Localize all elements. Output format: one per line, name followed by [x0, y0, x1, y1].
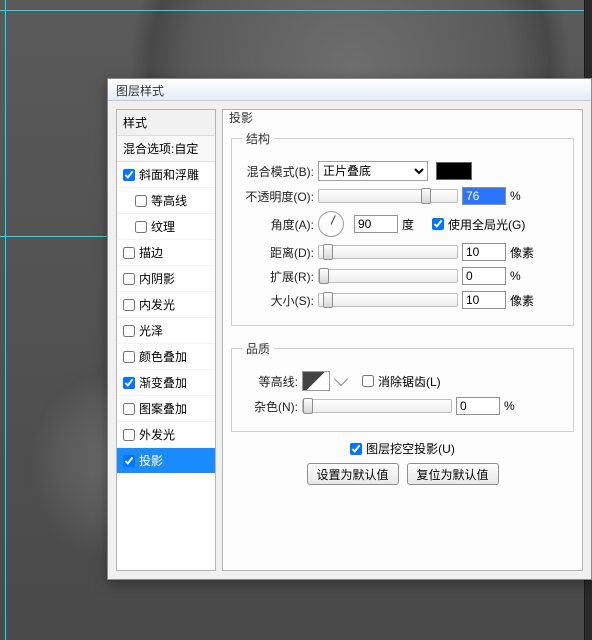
- spread-label: 扩展(R):: [242, 268, 314, 285]
- quality-group: 品质 等高线: 消除锯齿(L) 杂色(N): 0 %: [231, 340, 574, 432]
- style-item-label: 颜色叠加: [139, 348, 187, 365]
- style-item-checkbox[interactable]: [123, 325, 135, 337]
- style-item-11[interactable]: 投影: [117, 448, 215, 474]
- styles-list: 样式 混合选项:自定 斜面和浮雕等高线纹理描边内阴影内发光光泽颜色叠加渐变叠加图…: [116, 109, 216, 571]
- slider-thumb-icon[interactable]: [319, 268, 329, 284]
- panel-title: 投影: [229, 109, 253, 126]
- guide-horizontal: [0, 10, 592, 11]
- antialias-label: 消除锯齿(L): [378, 373, 441, 390]
- style-item-0[interactable]: 斜面和浮雕: [117, 162, 215, 188]
- style-item-label: 光泽: [139, 322, 163, 339]
- style-item-5[interactable]: 内发光: [117, 292, 215, 318]
- quality-legend: 品质: [242, 340, 274, 357]
- distance-label: 距离(D):: [242, 244, 314, 261]
- distance-input[interactable]: 10: [462, 243, 506, 261]
- style-item-8[interactable]: 渐变叠加: [117, 370, 215, 396]
- antialias-box[interactable]: [362, 375, 374, 387]
- structure-legend: 结构: [242, 130, 274, 147]
- style-item-checkbox[interactable]: [123, 351, 135, 363]
- styles-header: 样式: [117, 110, 215, 136]
- angle-label: 角度(A):: [242, 216, 314, 233]
- settings-panel: 投影 结构 混合模式(B): 正片叠底 不透明度(O): 76 %: [222, 109, 583, 571]
- blend-mode-select[interactable]: 正片叠底: [318, 161, 428, 181]
- style-item-checkbox[interactable]: [123, 429, 135, 441]
- opacity-input[interactable]: 76: [462, 187, 506, 205]
- style-item-label: 外发光: [139, 426, 175, 443]
- noise-input[interactable]: 0: [456, 397, 500, 415]
- contour-picker[interactable]: [302, 371, 330, 391]
- slider-thumb-icon[interactable]: [323, 244, 333, 260]
- style-item-label: 内发光: [139, 296, 175, 313]
- spread-unit: %: [510, 269, 540, 283]
- global-light-checkbox[interactable]: 使用全局光(G): [432, 216, 525, 233]
- make-default-button[interactable]: 设置为默认值: [307, 463, 399, 485]
- angle-unit: 度: [402, 216, 428, 233]
- style-item-checkbox[interactable]: [123, 273, 135, 285]
- style-item-9[interactable]: 图案叠加: [117, 396, 215, 422]
- distance-unit: 像素: [510, 244, 540, 261]
- style-item-checkbox[interactable]: [135, 221, 147, 233]
- size-input[interactable]: 10: [462, 291, 506, 309]
- style-item-2[interactable]: 纹理: [117, 214, 215, 240]
- style-item-checkbox[interactable]: [123, 377, 135, 389]
- size-label: 大小(S):: [242, 292, 314, 309]
- noise-unit: %: [504, 399, 534, 413]
- layer-style-dialog: 图层样式 样式 混合选项:自定 斜面和浮雕等高线纹理描边内阴影内发光光泽颜色叠加…: [107, 78, 592, 580]
- style-item-checkbox[interactable]: [123, 299, 135, 311]
- dialog-title: 图层样式: [108, 79, 591, 101]
- antialias-checkbox[interactable]: 消除锯齿(L): [362, 373, 441, 390]
- blend-mode-label: 混合模式(B):: [242, 163, 314, 180]
- style-item-label: 纹理: [151, 218, 175, 235]
- style-item-label: 投影: [139, 452, 163, 469]
- noise-label: 杂色(N):: [242, 398, 298, 415]
- chevron-down-icon[interactable]: [334, 372, 348, 386]
- style-item-checkbox[interactable]: [135, 195, 147, 207]
- spread-input[interactable]: 0: [462, 267, 506, 285]
- structure-group: 结构 混合模式(B): 正片叠底 不透明度(O): 76 % 角度(A):: [231, 130, 574, 326]
- guide-vertical: [5, 0, 6, 640]
- angle-needle-icon: [331, 215, 336, 224]
- knockout-checkbox[interactable]: 图层挖空投影(U): [350, 440, 455, 457]
- angle-input[interactable]: 90: [354, 215, 398, 233]
- opacity-unit: %: [510, 189, 540, 203]
- angle-dial[interactable]: [318, 211, 344, 237]
- style-item-10[interactable]: 外发光: [117, 422, 215, 448]
- slider-thumb-icon[interactable]: [421, 188, 431, 204]
- style-item-label: 等高线: [151, 192, 187, 209]
- style-item-checkbox[interactable]: [123, 403, 135, 415]
- blending-options-row[interactable]: 混合选项:自定: [117, 136, 215, 162]
- blending-options-label: 混合选项:自定: [123, 140, 198, 157]
- style-item-7[interactable]: 颜色叠加: [117, 344, 215, 370]
- contour-label: 等高线:: [242, 373, 298, 390]
- style-item-4[interactable]: 内阴影: [117, 266, 215, 292]
- slider-thumb-icon[interactable]: [303, 398, 313, 414]
- style-item-checkbox[interactable]: [123, 455, 135, 467]
- distance-slider[interactable]: [318, 245, 458, 259]
- noise-slider[interactable]: [302, 399, 452, 413]
- style-item-label: 描边: [139, 244, 163, 261]
- style-item-label: 内阴影: [139, 270, 175, 287]
- style-item-6[interactable]: 光泽: [117, 318, 215, 344]
- style-item-label: 斜面和浮雕: [139, 166, 199, 183]
- style-item-label: 图案叠加: [139, 400, 187, 417]
- opacity-label: 不透明度(O):: [242, 188, 314, 205]
- size-slider[interactable]: [318, 293, 458, 307]
- style-item-checkbox[interactable]: [123, 169, 135, 181]
- size-unit: 像素: [510, 292, 540, 309]
- slider-thumb-icon[interactable]: [323, 292, 333, 308]
- style-item-3[interactable]: 描边: [117, 240, 215, 266]
- spread-slider[interactable]: [318, 269, 458, 283]
- style-item-checkbox[interactable]: [123, 247, 135, 259]
- dialog-body: 样式 混合选项:自定 斜面和浮雕等高线纹理描边内阴影内发光光泽颜色叠加渐变叠加图…: [108, 101, 591, 579]
- global-light-box[interactable]: [432, 218, 444, 230]
- global-light-label: 使用全局光(G): [448, 216, 525, 233]
- knockout-box[interactable]: [350, 443, 362, 455]
- shadow-color-swatch[interactable]: [436, 162, 472, 180]
- style-item-1[interactable]: 等高线: [117, 188, 215, 214]
- style-item-label: 渐变叠加: [139, 374, 187, 391]
- reset-default-button[interactable]: 复位为默认值: [407, 463, 499, 485]
- opacity-slider[interactable]: [318, 189, 458, 203]
- knockout-label: 图层挖空投影(U): [366, 440, 455, 457]
